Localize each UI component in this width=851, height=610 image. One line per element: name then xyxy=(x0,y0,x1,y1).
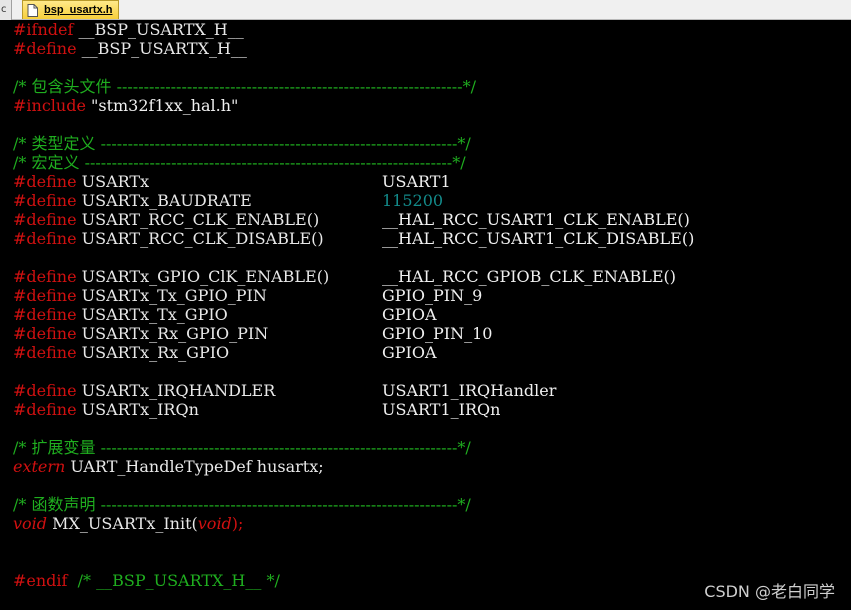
function-name: MX_USARTx_Init( xyxy=(47,514,198,533)
code-line: void MX_USARTx_Init(void); xyxy=(13,514,243,533)
preprocessor-keyword: #define xyxy=(13,305,77,324)
previous-tab-label: c xyxy=(1,4,7,15)
macro-name: USART_RCC_CLK_DISABLE() xyxy=(76,229,324,248)
macro-value: GPIOA xyxy=(382,305,437,324)
code-text: UART_HandleTypeDef husartx; xyxy=(65,457,324,476)
define-line: #define USARTx_IRQn USART1_IRQn xyxy=(13,400,500,419)
macro-name: USARTx_Rx_GPIO xyxy=(76,343,230,362)
preprocessor-keyword: #define xyxy=(13,39,77,58)
macro-name: USARTx_BAUDRATE xyxy=(76,191,252,210)
code-text: ); xyxy=(231,514,244,533)
preprocessor-keyword: #define xyxy=(13,210,77,229)
macro-name: USARTx_IRQHANDLER xyxy=(76,381,276,400)
macro-value: __HAL_RCC_USART1_CLK_ENABLE() xyxy=(382,210,690,229)
code-text: __BSP_USARTX_H__ xyxy=(73,20,244,39)
define-line: #define USARTx USART1 xyxy=(13,172,451,191)
macro-value-number: 115200 xyxy=(382,191,444,210)
macro-name: USARTx_Tx_GPIO xyxy=(76,305,228,324)
macro-value: USART1_IRQn xyxy=(382,400,501,419)
define-line: #define USARTx_Rx_GPIO_PIN GPIO_PIN_10 xyxy=(13,324,492,343)
macro-value: __HAL_RCC_GPIOB_CLK_ENABLE() xyxy=(382,267,677,286)
preprocessor-keyword: #include xyxy=(13,96,86,115)
preprocessor-keyword: #define xyxy=(13,286,77,305)
macro-name: USARTx_IRQn xyxy=(76,400,199,419)
define-line: #define USART_RCC_CLK_DISABLE() __HAL_RCC… xyxy=(13,229,694,248)
tab-bar: c bsp_usartx.h xyxy=(0,0,851,20)
comment-line: /* 包含头文件 -------------------------------… xyxy=(13,77,476,96)
code-line: #include "stm32f1xx_hal.h" xyxy=(13,96,238,115)
void-keyword: void xyxy=(197,514,232,533)
define-line: #define USARTx_IRQHANDLER USART1_IRQHandl… xyxy=(13,381,556,400)
define-line: #define USARTx_Tx_GPIO GPIOA xyxy=(13,305,437,324)
code-text: __BSP_USARTX_H__ xyxy=(76,39,247,58)
code-editor[interactable]: #ifndef __BSP_USARTX_H__ #define __BSP_U… xyxy=(0,20,851,610)
preprocessor-keyword: #define xyxy=(13,191,77,210)
previous-tab-edge[interactable]: c xyxy=(0,0,12,20)
macro-value: GPIOA xyxy=(382,343,437,362)
code-line: extern UART_HandleTypeDef husartx; xyxy=(13,457,324,476)
macro-name: USARTx xyxy=(76,172,150,191)
comment-line: /* 类型定义 --------------------------------… xyxy=(13,134,471,153)
macro-name: USARTx_Rx_GPIO_PIN xyxy=(76,324,269,343)
comment-line: /* 宏定义 ---------------------------------… xyxy=(13,153,466,172)
file-icon xyxy=(27,3,38,17)
define-line: #define USARTx_Tx_GPIO_PIN GPIO_PIN_9 xyxy=(13,286,482,305)
macro-name: USARTx_GPIO_ClK_ENABLE() xyxy=(76,267,330,286)
tab-label: bsp_usartx.h xyxy=(44,4,113,16)
macro-value: GPIO_PIN_9 xyxy=(382,286,483,305)
comment-text: /* __BSP_USARTX_H__ */ xyxy=(77,571,280,590)
macro-name: USARTx_Tx_GPIO_PIN xyxy=(76,286,267,305)
define-line: #define USARTx_Rx_GPIO GPIOA xyxy=(13,343,437,362)
include-path: "stm32f1xx_hal.h" xyxy=(85,96,239,115)
preprocessor-keyword: #define xyxy=(13,267,77,286)
macro-value: USART1_IRQHandler xyxy=(382,381,557,400)
code-line: #endif /* __BSP_USARTX_H__ */ xyxy=(13,571,280,590)
code-line: #ifndef __BSP_USARTX_H__ xyxy=(13,20,244,39)
macro-value: USART1 xyxy=(382,172,451,191)
extern-keyword: extern xyxy=(13,457,66,476)
tab-bsp-usartx-h[interactable]: bsp_usartx.h xyxy=(22,0,119,19)
watermark: CSDN @老白同学 xyxy=(704,582,835,601)
define-line: #define USARTx_BAUDRATE 115200 xyxy=(13,191,443,210)
comment-line: /* 函数声明 --------------------------------… xyxy=(13,495,471,514)
define-line: #define USART_RCC_CLK_ENABLE() __HAL_RCC_… xyxy=(13,210,690,229)
preprocessor-keyword: #define xyxy=(13,172,77,191)
preprocessor-keyword: #define xyxy=(13,400,77,419)
macro-value: GPIO_PIN_10 xyxy=(382,324,493,343)
macro-value: __HAL_RCC_USART1_CLK_DISABLE() xyxy=(382,229,695,248)
preprocessor-keyword: #define xyxy=(13,381,77,400)
preprocessor-keyword: #define xyxy=(13,324,77,343)
macro-name: USART_RCC_CLK_ENABLE() xyxy=(76,210,320,229)
code-line: #define __BSP_USARTX_H__ xyxy=(13,39,247,58)
comment-line: /* 扩展变量 --------------------------------… xyxy=(13,438,471,457)
preprocessor-keyword: #endif xyxy=(13,571,68,590)
preprocessor-keyword: #ifndef xyxy=(13,20,74,39)
preprocessor-keyword: #define xyxy=(13,343,77,362)
define-line: #define USARTx_GPIO_ClK_ENABLE() __HAL_RC… xyxy=(13,267,676,286)
preprocessor-keyword: #define xyxy=(13,229,77,248)
void-keyword: void xyxy=(13,514,48,533)
